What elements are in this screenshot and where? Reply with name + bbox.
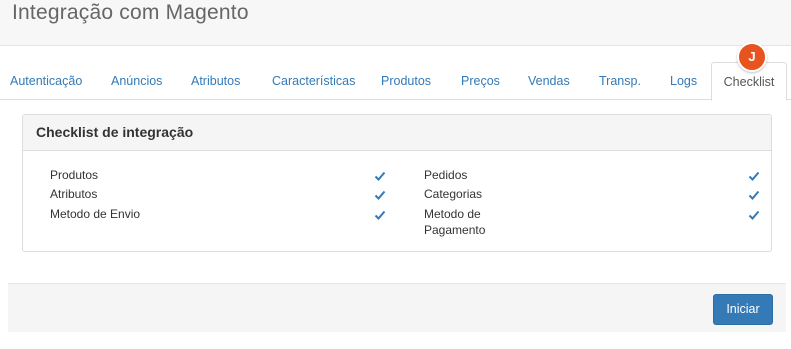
tab-precos[interactable]: Preços <box>461 62 500 100</box>
checklist-item-metodo-pagamento: Metodo de Pagamento <box>424 207 486 237</box>
checklist-item-produtos: Produtos <box>50 168 99 182</box>
checklist-item-pedidos: Pedidos <box>424 168 468 182</box>
checklist-item-metodo-envio: Metodo de Envio <box>50 207 141 221</box>
tab-transp[interactable]: Transp. <box>599 62 641 100</box>
checklist-panel: Checklist de integração Produtos Atribut… <box>22 114 772 252</box>
tab-produtos[interactable]: Produtos <box>381 62 431 100</box>
check-icon <box>748 209 760 221</box>
check-icon <box>374 170 386 182</box>
check-icon <box>374 189 386 201</box>
tab-bar: Autenticação Anúncios Atributos Caracter… <box>0 62 791 101</box>
checklist-item-categorias: Categorias <box>424 187 483 201</box>
tab-logs[interactable]: Logs <box>670 62 697 100</box>
form-footer: Iniciar <box>8 283 786 332</box>
check-icon <box>748 170 760 182</box>
tab-anuncios[interactable]: Anúncios <box>111 62 162 100</box>
user-avatar-badge[interactable]: J <box>737 42 767 72</box>
tab-atributos[interactable]: Atributos <box>191 62 240 100</box>
page-header: Integração com Magento <box>0 0 791 46</box>
tab-vendas[interactable]: Vendas <box>528 62 570 100</box>
checklist-item-atributos: Atributos <box>50 187 98 201</box>
check-icon <box>374 209 386 221</box>
page-title: Integração com Magento <box>12 1 249 24</box>
tab-autenticacao[interactable]: Autenticação <box>10 62 82 100</box>
check-icon <box>748 189 760 201</box>
start-button[interactable]: Iniciar <box>713 294 773 325</box>
tab-caracteristicas[interactable]: Características <box>272 62 355 100</box>
checklist-title: Checklist de integração <box>23 115 771 151</box>
